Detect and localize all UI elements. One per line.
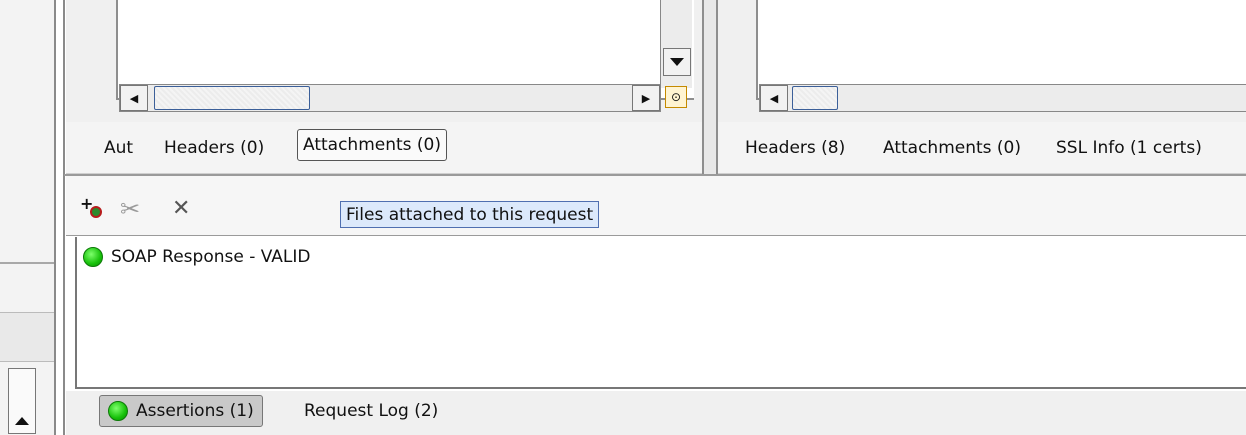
tooltip-text: Files attached to this request — [346, 204, 594, 225]
add-attachment-icon — [90, 206, 102, 218]
close-icon: ✕ — [172, 196, 191, 221]
request-tab-strip: Aut Headers (0) Attachments (0) — [66, 122, 702, 174]
bottom-tab-bar: Assertions (1) Request Log (2) — [66, 391, 1246, 435]
tab-response-headers[interactable]: Headers (8) — [745, 122, 845, 173]
request-horizontal-scrollbar[interactable]: ◀ ▶ — [119, 84, 661, 112]
tab-label: Headers (0) — [164, 137, 265, 158]
response-tab-strip: Headers (8) Attachments (0) SSL Info (1 … — [718, 122, 1246, 174]
zoom-corner-icon[interactable]: ⊙ — [665, 86, 687, 108]
assertion-label: SOAP Response - VALID — [111, 247, 311, 267]
scroll-down-button[interactable] — [663, 48, 691, 76]
tab-request-log[interactable]: Request Log (2) — [304, 395, 438, 427]
tab-assertions[interactable]: Assertions (1) — [99, 395, 263, 427]
outer-divider-1 — [54, 0, 56, 435]
tab-headers[interactable]: Headers (0) — [164, 122, 264, 173]
edit-button[interactable]: ✂ — [120, 194, 150, 224]
left-gutter-divider — [0, 262, 56, 264]
scroll-right-button[interactable]: ▶ — [632, 85, 660, 111]
status-valid-icon — [83, 247, 103, 267]
tab-ssl-info[interactable]: SSL Info (1 certs) — [1056, 122, 1202, 173]
tab-label: Assertions (1) — [136, 401, 254, 421]
tab-label: Attachments (0) — [303, 135, 442, 155]
tab-label: Headers (8) — [745, 137, 846, 158]
tooltip: Files attached to this request — [340, 201, 600, 228]
tab-label: Attachments (0) — [883, 137, 1022, 158]
scroll-thumb[interactable] — [154, 86, 310, 110]
tab-auth[interactable]: Aut — [104, 122, 133, 173]
tab-label: Aut — [104, 137, 134, 158]
request-pane: ◀ ▶ ⊙ Aut Headers (0) Attachments (0) — [66, 0, 702, 174]
response-pane: ◀ Headers (8) Attachments (0) SSL Info (… — [718, 0, 1246, 174]
tab-label: Request Log (2) — [304, 401, 439, 421]
scroll-left-button[interactable]: ◀ — [760, 85, 788, 111]
tab-label: SSL Info (1 certs) — [1056, 137, 1202, 158]
status-valid-icon — [108, 401, 128, 421]
left-scroll-up-button[interactable] — [8, 368, 36, 434]
pane-splitter[interactable] — [702, 0, 718, 176]
tab-attachments[interactable]: Attachments (0) — [297, 129, 448, 161]
assertions-toolbar: + ✂ ✕ Files attached to this request — [66, 176, 1246, 236]
down-arrow-icon — [670, 58, 684, 66]
list-item[interactable]: SOAP Response - VALID — [83, 245, 311, 269]
scroll-thumb[interactable] — [792, 86, 838, 110]
assertions-list[interactable]: SOAP Response - VALID — [75, 237, 1246, 389]
left-gutter-lower — [0, 312, 54, 362]
tab-response-attachments[interactable]: Attachments (0) — [883, 122, 1021, 173]
add-attachment-button[interactable]: + — [80, 194, 108, 222]
outer-divider-2 — [63, 0, 65, 435]
remove-button[interactable]: ✕ — [172, 194, 198, 224]
response-horizontal-scrollbar[interactable]: ◀ — [759, 84, 1246, 112]
scissors-icon: ✂ — [120, 195, 141, 223]
scroll-left-button[interactable]: ◀ — [120, 85, 148, 111]
up-arrow-icon — [15, 417, 29, 425]
request-vertical-scrollbar[interactable] — [660, 0, 692, 88]
